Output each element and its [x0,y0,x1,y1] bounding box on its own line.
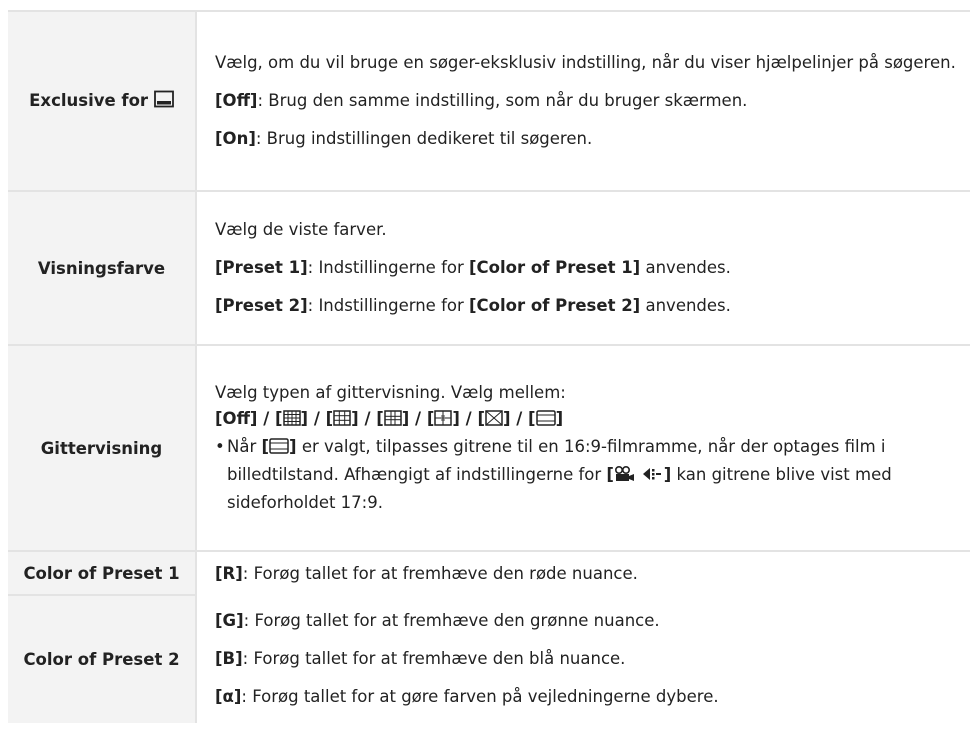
table-row: Color of Preset 1 [R]: Forøg tallet for … [8,551,970,596]
row-description: Vælg, om du vil bruge en søger-eksklusiv… [196,10,970,192]
option-key: [Off] [215,91,258,110]
description-text: Vælg typen af gittervisning. Vælg mellem… [215,383,566,402]
option-text: : Indstillingerne for [307,258,470,277]
viewfinder-icon [153,90,174,112]
option-key: [Preset 1] [215,258,308,277]
option-text: : Brug den samme indstilling, som når du… [257,91,748,110]
grid-16x9-icon [535,408,556,434]
bullet-text-part: Når [227,437,262,456]
description-text: Vælg de viste farver. [215,220,387,239]
option-text: : Forøg tallet for at fremhæve den blå n… [242,649,626,668]
option-text: : Forøg tallet for at fremhæve den røde … [242,563,638,583]
settings-table: Exclusive for Vælg, om du vil bruge en s… [8,10,970,723]
table-row: Color of Preset 2 [G]: Forøg tallet for … [8,595,970,723]
option-text: : Forøg tallet for at gøre farven på vej… [241,687,719,706]
option-ref: [Color of Preset 2] [469,296,641,315]
row-label-text: Visningsfarve [37,258,166,278]
table-row: Visningsfarve Vælg de viste farver. [Pre… [8,191,970,346]
grid-options-line: [Off] / [] / [] / [] / [] / [] / [] [215,406,956,434]
aspect-ratio-icon [642,464,664,490]
row-label: Visningsfarve [8,191,197,346]
row-label: Color of Preset 2 [8,595,197,723]
option-line: [G]: Forøg tallet for at fremhæve den gr… [215,608,956,634]
separator: / [409,409,427,428]
option-key: [α] [215,687,242,706]
row-description: Vælg typen af gittervisning. Vælg mellem… [196,345,970,552]
separator: / [459,409,478,428]
option-line: [Off]: Brug den samme indstilling, som n… [215,88,956,114]
grid-diagonal-icon [485,408,503,434]
option-line: [Preset 2]: Indstillingerne for [Color o… [215,293,956,319]
option-ref: [Color of Preset 1] [469,258,641,277]
table-row: Gittervisning Vælg typen af gittervisnin… [8,345,970,552]
option-line: [B]: Forøg tallet for at fremhæve den bl… [215,646,956,672]
option-text: anvendes. [640,296,731,315]
separator: / [510,409,529,428]
movie-camera-icon [614,464,636,490]
grid-16x9-icon [269,436,289,462]
table-row: Exclusive for Vælg, om du vil bruge en s… [8,10,970,192]
option-text: : Forøg tallet for at fremhæve den grønn… [243,611,660,630]
row-description: [R]: Forøg tallet for at fremhæve den rø… [196,551,970,595]
row-description: Vælg de viste farver. [Preset 1]: Indsti… [196,191,970,346]
option-key: [Preset 2] [215,296,308,315]
option-line: [R]: Forøg tallet for at fremhæve den rø… [215,561,956,587]
row-label-text: Gittervisning [40,438,163,458]
bullet-dot: • [215,437,225,456]
bullet-text: Når [] er valgt, tilpasses gitrene til e… [227,436,892,512]
option-key: [B] [215,649,243,668]
option-line: [Preset 1]: Indstillingerne for [Color o… [215,255,956,281]
row-label-text: Color of Preset 2 [23,650,180,669]
separator: / [257,409,275,428]
row-label: Gittervisning [8,345,197,552]
option-key: [G] [215,611,244,630]
separator: / [308,409,326,428]
row-label-text: Exclusive for [29,91,149,110]
option-key: [On] [215,129,256,148]
separator: / [358,409,377,428]
grid-center-cross-icon [434,408,453,434]
description-text: Vælg, om du vil bruge en søger-eksklusiv… [215,53,956,72]
option-text: : Brug indstillingen dedikeret til søger… [255,129,593,148]
bullet-item: • Når [] er valgt, tilpasses gitrene til… [215,434,956,516]
grid-golden-icon [384,408,402,434]
option-key: [Off] [215,409,258,428]
row-label-text: Color of Preset 1 [23,563,180,583]
row-label: Exclusive for [8,10,197,192]
option-line: [α]: Forøg tallet for at gøre farven på … [215,684,956,710]
row-label: Color of Preset 1 [8,551,197,596]
row-description: [G]: Forøg tallet for at fremhæve den gr… [196,595,970,723]
option-text: : Indstillingerne for [307,296,470,315]
grid-4x4-icon [282,408,301,434]
option-text: anvendes. [640,258,731,277]
option-line: [On]: Brug indstillingen dedikeret til s… [215,126,956,152]
option-key: [R] [215,563,243,583]
grid-3x3-icon [333,408,351,434]
